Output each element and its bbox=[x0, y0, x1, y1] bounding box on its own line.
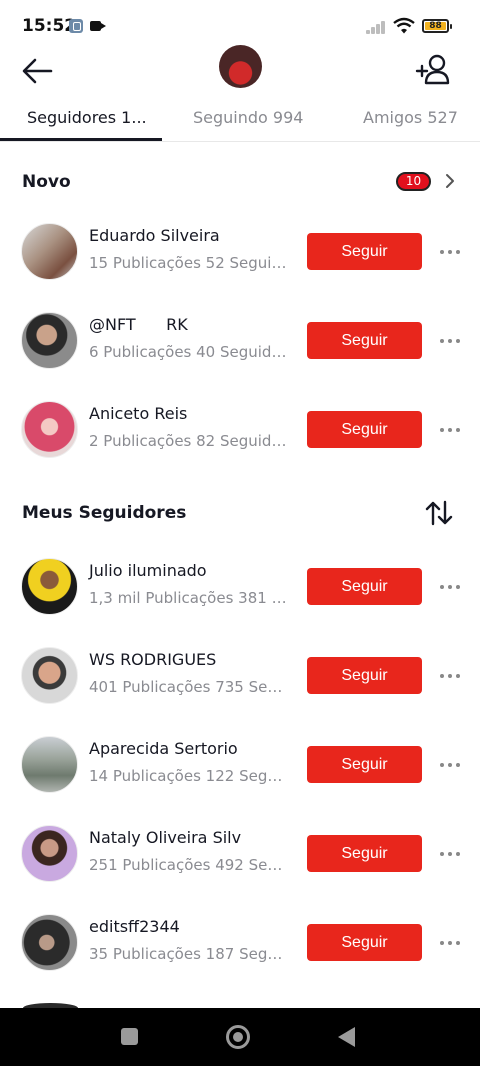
user-name: editsff2344 bbox=[89, 917, 180, 936]
user-stats: 14 Publicações 122 Seguidores bbox=[89, 767, 289, 785]
section-title-new: Novo bbox=[22, 172, 71, 192]
wifi-icon bbox=[393, 17, 415, 34]
avatar[interactable] bbox=[21, 312, 78, 369]
follow-button[interactable]: Seguir bbox=[307, 411, 422, 448]
back-button[interactable] bbox=[18, 50, 58, 90]
list-item[interactable]: Aparecida Sertorio 14 Publicações 122 Se… bbox=[0, 736, 480, 806]
tab-followers[interactable]: Seguidores 1... bbox=[27, 108, 147, 127]
more-options-icon[interactable] bbox=[440, 247, 464, 257]
more-options-icon[interactable] bbox=[440, 938, 464, 948]
user-name: Julio iluminado bbox=[89, 561, 207, 580]
tab-friends[interactable]: Amigos 527 bbox=[363, 108, 458, 127]
more-options-icon[interactable] bbox=[440, 671, 464, 681]
user-stats: 15 Publicações 52 Seguidores bbox=[89, 254, 289, 272]
add-user-icon bbox=[415, 54, 450, 85]
recent-apps-button[interactable] bbox=[121, 1028, 138, 1045]
follow-button[interactable]: Seguir bbox=[307, 568, 422, 605]
list-item[interactable]: editsff2344 35 Publicações 187 Seguidore… bbox=[0, 914, 480, 984]
active-tab-indicator bbox=[0, 138, 162, 141]
list-item[interactable]: WS RODRIGUES 401 Publicações 735 Seguido… bbox=[0, 647, 480, 717]
home-button[interactable] bbox=[226, 1025, 250, 1049]
user-name: WS RODRIGUES bbox=[89, 650, 217, 669]
avatar[interactable] bbox=[21, 223, 78, 280]
header bbox=[0, 44, 480, 92]
video-camera-icon bbox=[90, 21, 106, 31]
user-name: Nataly Oliveira Silv bbox=[89, 828, 242, 847]
avatar[interactable] bbox=[21, 558, 78, 615]
user-name: Aniceto Reis bbox=[89, 404, 188, 423]
list-item[interactable]: @NFT RK 6 Publicações 40 Seguidores Segu… bbox=[0, 312, 480, 382]
follow-button[interactable]: Seguir bbox=[307, 657, 422, 694]
follow-button[interactable]: Seguir bbox=[307, 835, 422, 872]
user-stats: 35 Publicações 187 Seguidores bbox=[89, 945, 289, 963]
new-count-badge[interactable]: 10 bbox=[396, 172, 431, 191]
follow-button[interactable]: Seguir bbox=[307, 233, 422, 270]
arrow-left-icon bbox=[22, 58, 53, 84]
user-name: @NFT RK bbox=[89, 315, 188, 334]
list-item[interactable]: Aniceto Reis 2 Publicações 82 Seguidores… bbox=[0, 401, 480, 471]
follow-button[interactable]: Seguir bbox=[307, 746, 422, 783]
battery-level: 88 bbox=[425, 22, 446, 31]
tab-bar: Seguidores 1... Seguindo 994 Amigos 527 bbox=[0, 94, 480, 142]
system-navigation-bar bbox=[0, 1008, 480, 1066]
tab-following[interactable]: Seguindo 994 bbox=[193, 108, 303, 127]
list-item[interactable]: Eduardo Silveira 15 Publicações 52 Segui… bbox=[0, 223, 480, 293]
user-stats: 1,3 mil Publicações 381 Seguidores bbox=[89, 589, 289, 607]
more-options-icon[interactable] bbox=[440, 760, 464, 770]
follow-button[interactable]: Seguir bbox=[307, 924, 422, 961]
list-item[interactable]: Julio iluminado 1,3 mil Publicações 381 … bbox=[0, 558, 480, 628]
avatar[interactable] bbox=[21, 914, 78, 971]
battery-icon: 88 bbox=[422, 19, 452, 33]
avatar[interactable] bbox=[21, 825, 78, 882]
user-stats: 6 Publicações 40 Seguidores bbox=[89, 343, 289, 361]
status-time: 15:52 bbox=[22, 16, 77, 36]
system-back-button[interactable] bbox=[338, 1027, 355, 1047]
avatar[interactable] bbox=[21, 647, 78, 704]
avatar[interactable] bbox=[21, 401, 78, 458]
add-friend-button[interactable] bbox=[414, 50, 454, 90]
user-name: Aparecida Sertorio bbox=[89, 739, 238, 758]
profile-avatar[interactable] bbox=[219, 45, 262, 88]
avatar[interactable] bbox=[21, 736, 78, 793]
more-options-icon[interactable] bbox=[440, 849, 464, 859]
user-stats: 2 Publicações 82 Seguidores bbox=[89, 432, 289, 450]
user-stats: 401 Publicações 735 Seguidores bbox=[89, 678, 289, 696]
section-title-followers: Meus Seguidores bbox=[22, 503, 187, 523]
chevron-right-icon[interactable] bbox=[442, 173, 458, 189]
follow-button[interactable]: Seguir bbox=[307, 322, 422, 359]
more-options-icon[interactable] bbox=[440, 582, 464, 592]
gallery-notification-icon bbox=[69, 19, 83, 33]
more-options-icon[interactable] bbox=[440, 425, 464, 435]
sort-icon[interactable] bbox=[424, 499, 454, 527]
list-item[interactable]: Nataly Oliveira Silv 251 Publicações 492… bbox=[0, 825, 480, 895]
user-stats: 251 Publicações 492 Seguidores bbox=[89, 856, 289, 874]
signal-icon bbox=[366, 20, 388, 34]
user-name: Eduardo Silveira bbox=[89, 226, 220, 245]
more-options-icon[interactable] bbox=[440, 336, 464, 346]
